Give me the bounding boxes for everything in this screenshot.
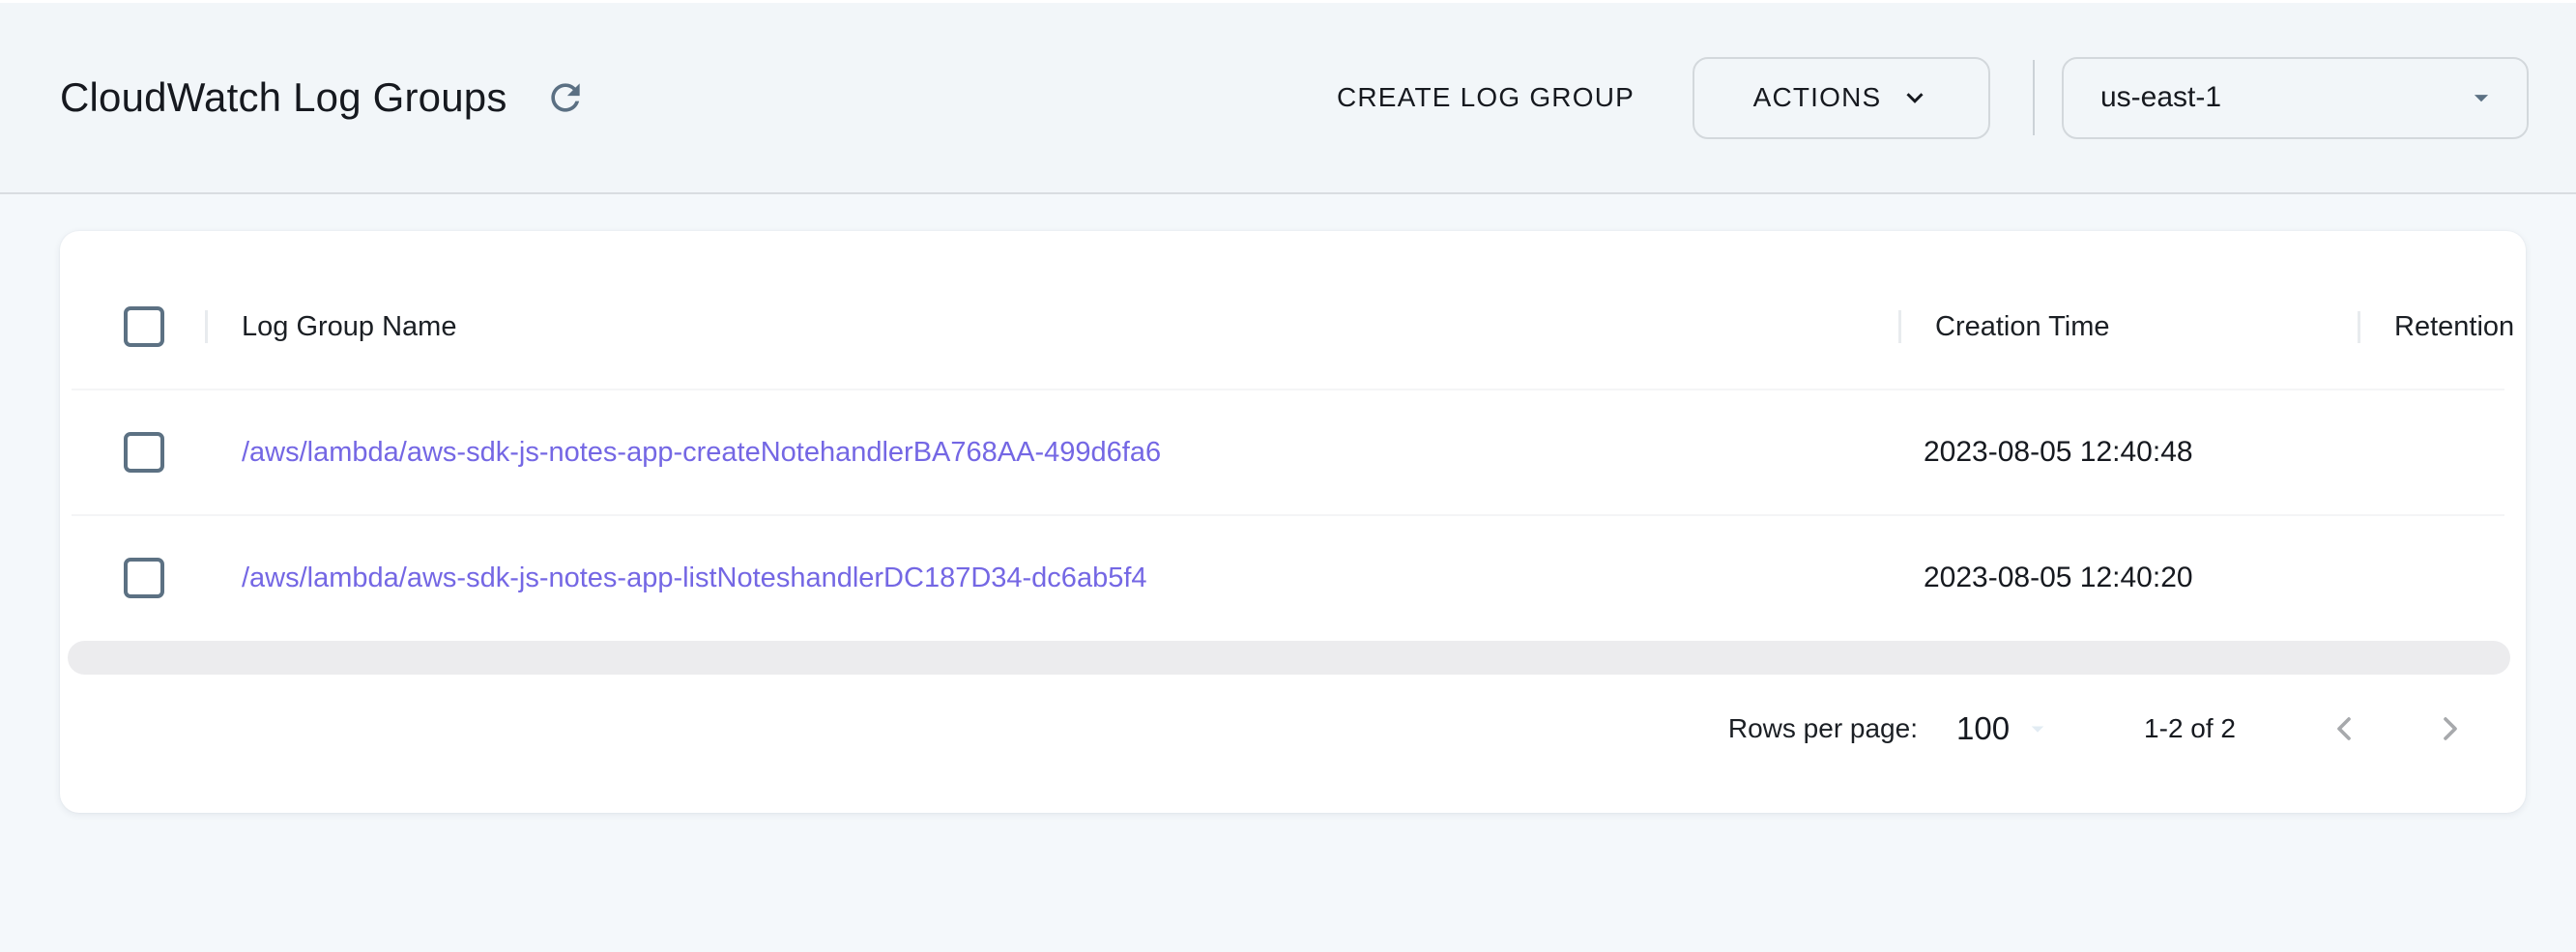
column-divider [2358, 311, 2360, 343]
header-cell-log-group-name: Log Group Name [205, 311, 1898, 343]
caret-down-icon [2023, 714, 2052, 743]
pagination-bar: Rows per page: 100 1-2 of 2 [60, 690, 2526, 767]
column-divider [1898, 310, 1901, 343]
previous-page-button[interactable] [2323, 707, 2365, 750]
refresh-icon [544, 76, 587, 119]
region-selector-value: us-east-1 [2100, 81, 2221, 114]
header-cell-retention: Retention [2358, 311, 2526, 343]
log-groups-card: Log Group Name Creation Time Retention /… [60, 231, 2526, 813]
row-checkbox[interactable] [124, 558, 164, 598]
horizontal-scrollbar-thumb[interactable] [68, 641, 2510, 675]
row-checkbox[interactable] [124, 432, 164, 473]
app-header: CloudWatch Log Groups CREATE LOG GROUP A… [0, 0, 2576, 194]
header-cell-creation-time: Creation Time [1898, 311, 2358, 343]
next-page-button[interactable] [2429, 707, 2472, 750]
horizontal-scrollbar-track[interactable] [68, 641, 2510, 675]
caret-down-icon [2465, 81, 2498, 114]
chevron-right-icon [2431, 709, 2470, 748]
row-checkbox-cell [60, 432, 205, 473]
rows-per-page-value: 100 [1956, 710, 2010, 747]
log-group-link[interactable]: /aws/lambda/aws-sdk-js-notes-app-createN… [242, 437, 1161, 468]
row-name-cell: /aws/lambda/aws-sdk-js-notes-app-createN… [205, 437, 1898, 469]
rows-per-page-label: Rows per page: [1728, 713, 1918, 744]
table-row: /aws/lambda/aws-sdk-js-notes-app-createN… [60, 389, 2526, 515]
create-log-group-button[interactable]: CREATE LOG GROUP [1337, 82, 1635, 113]
row-creation-time-cell: 2023-08-05 12:40:48 [1898, 436, 2358, 469]
pagination-range-label: 1-2 of 2 [2144, 713, 2236, 744]
actions-menu-label: ACTIONS [1753, 82, 1882, 113]
region-selector[interactable]: us-east-1 [2062, 57, 2529, 139]
table-row: /aws/lambda/aws-sdk-js-notes-app-listNot… [60, 515, 2526, 641]
chevron-left-icon [2325, 709, 2363, 748]
select-all-checkbox[interactable] [124, 306, 164, 347]
rows-per-page-select[interactable]: 100 [1956, 710, 2052, 747]
chevron-down-icon [1900, 83, 1929, 112]
refresh-button[interactable] [540, 72, 591, 123]
row-creation-time-cell: 2023-08-05 12:40:20 [1898, 562, 2358, 594]
log-group-link[interactable]: /aws/lambda/aws-sdk-js-notes-app-listNot… [242, 563, 1147, 593]
header-divider [2033, 60, 2035, 135]
column-divider [205, 310, 208, 343]
page-title: CloudWatch Log Groups [60, 74, 507, 121]
row-checkbox-cell [60, 558, 205, 598]
table-header-row: Log Group Name Creation Time Retention [60, 264, 2526, 389]
actions-menu-button[interactable]: ACTIONS [1693, 57, 1990, 139]
row-name-cell: /aws/lambda/aws-sdk-js-notes-app-listNot… [205, 563, 1898, 594]
header-actions: CREATE LOG GROUP ACTIONS us-east-1 [1337, 57, 2529, 139]
page-body: Log Group Name Creation Time Retention /… [0, 194, 2576, 813]
header-checkbox-cell [60, 306, 205, 347]
